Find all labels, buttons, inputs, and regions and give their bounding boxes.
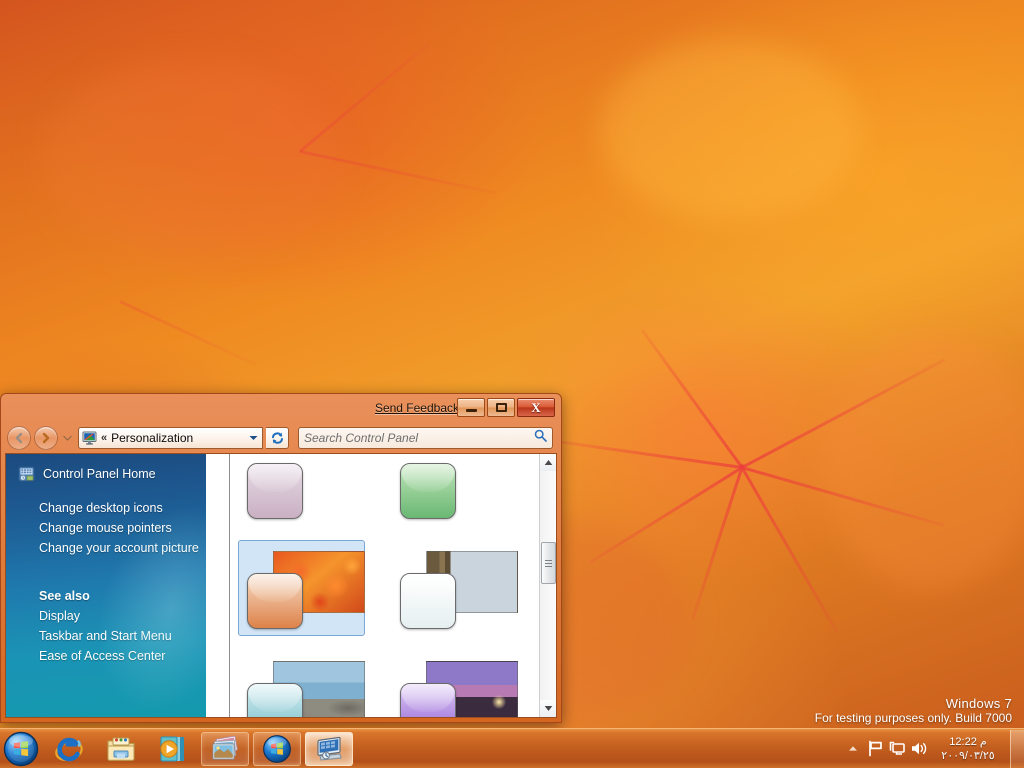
taskbar-media-center[interactable] <box>253 731 301 766</box>
clock-date: ٢٠٠٩/٠٣/٢٥ <box>941 749 995 762</box>
sidebar-item-change-mouse-pointers[interactable]: Change mouse pointers <box>6 518 206 538</box>
volume-icon[interactable] <box>908 730 930 768</box>
close-button[interactable]: X <box>517 398 555 417</box>
sidebar-item-control-panel-home[interactable]: Control Panel Home <box>6 466 206 482</box>
taskbar-personalization[interactable] <box>305 731 353 766</box>
taskbar: 12:22 م ٢٠٠٩/٠٣/٢٥ <box>0 728 1024 768</box>
maximize-button[interactable] <box>487 398 515 417</box>
forward-button[interactable] <box>34 426 58 450</box>
personalization-window[interactable]: Send Feedback X « Personalization Search… <box>0 393 562 723</box>
network-icon[interactable] <box>886 730 908 768</box>
window-client-area: Control Panel Home Change desktop icons … <box>5 453 557 718</box>
theme-row <box>238 650 518 717</box>
theme-partial-mauve[interactable] <box>238 454 365 526</box>
address-dropdown-button[interactable] <box>247 435 259 441</box>
address-text: Personalization <box>111 431 194 445</box>
theme-violet-sunset[interactable] <box>391 650 518 717</box>
ie-icon <box>55 737 83 761</box>
scroll-up-button[interactable] <box>540 454 556 471</box>
taskbar-windows-media-player[interactable] <box>149 732 197 766</box>
back-button[interactable] <box>7 426 31 450</box>
window-title-bar[interactable]: Send Feedback X <box>5 397 557 423</box>
sidebar-item-change-desktop-icons[interactable]: Change desktop icons <box>6 498 206 518</box>
refresh-button[interactable] <box>266 427 289 449</box>
speaker-icon <box>912 742 927 755</box>
theme-coast-rocks[interactable] <box>238 650 365 717</box>
sidebar-item-display[interactable]: Display <box>6 606 206 626</box>
personalization-monitor-icon <box>82 431 97 445</box>
folder-icon <box>107 737 135 761</box>
recent-pages-button[interactable] <box>61 435 73 441</box>
sidebar-item-change-account-picture[interactable]: Change your account picture <box>6 538 206 558</box>
show-desktop-button[interactable] <box>1010 729 1024 768</box>
control-panel-icon <box>18 466 35 482</box>
windows-watermark: Windows 7 For testing purposes only. Bui… <box>815 696 1012 726</box>
theme-autumn-leaves[interactable] <box>238 540 365 636</box>
search-input[interactable]: Search Control Panel <box>298 427 553 449</box>
flag-icon <box>868 740 882 757</box>
address-bar[interactable]: « Personalization <box>78 427 263 449</box>
watermark-line1: Windows 7 <box>945 696 1012 711</box>
close-icon: X <box>531 399 541 415</box>
taskbar-photo-gallery[interactable] <box>201 731 249 766</box>
sidebar-see-also-heading: See also <box>39 589 90 603</box>
theme-partial-green[interactable] <box>391 454 518 526</box>
personalization-icon <box>317 736 342 761</box>
chevron-down-icon <box>249 436 257 440</box>
maximize-icon <box>495 403 507 412</box>
sidebar-home-label: Control Panel Home <box>43 467 156 481</box>
theme-list-scrollbar[interactable] <box>539 454 556 717</box>
theme-color-swatch <box>247 463 303 519</box>
watermark-line2: For testing purposes only. Build 7000 <box>814 711 1012 725</box>
search-placeholder: Search Control Panel <box>304 431 419 445</box>
system-tray: 12:22 م ٢٠٠٩/٠٣/٢٥ <box>842 729 1024 768</box>
window-controls: X <box>457 398 555 417</box>
clock-time: 12:22 م <box>949 735 987 748</box>
theme-color-swatch <box>400 683 456 717</box>
navigation-sidebar: Control Panel Home Change desktop icons … <box>6 454 206 717</box>
minimize-icon <box>465 409 477 412</box>
scroll-down-button[interactable] <box>540 700 556 717</box>
address-separator[interactable]: « <box>101 432 107 444</box>
content-gutter <box>206 454 230 717</box>
theme-winter-canal[interactable] <box>391 540 518 636</box>
sidebar-item-taskbar-and-start-menu[interactable]: Taskbar and Start Menu <box>6 626 206 646</box>
window-toolbar: « Personalization Search Control Panel <box>5 423 557 453</box>
scroll-grip-icon <box>545 558 552 569</box>
refresh-icon <box>271 432 283 444</box>
theme-row <box>238 540 518 636</box>
theme-color-swatch <box>400 463 456 519</box>
show-hidden-icons-button[interactable] <box>842 730 864 768</box>
forward-arrow-icon <box>42 432 50 444</box>
back-arrow-icon <box>15 432 23 444</box>
chevron-up-icon <box>544 460 553 465</box>
theme-color-swatch <box>247 683 303 717</box>
windows-start-orb-icon <box>3 731 39 766</box>
action-center-icon[interactable] <box>864 730 886 768</box>
send-feedback-link[interactable]: Send Feedback <box>375 401 459 415</box>
sidebar-item-ease-of-access-center[interactable]: Ease of Access Center <box>6 646 206 666</box>
minimize-button[interactable] <box>457 398 485 417</box>
photo-gallery-icon <box>212 735 238 759</box>
theme-row <box>238 454 518 526</box>
chevron-down-icon <box>544 706 553 711</box>
taskbar-windows-explorer[interactable] <box>97 732 145 766</box>
clock[interactable]: 12:22 م ٢٠٠٩/٠٣/٢٥ <box>930 735 1006 763</box>
chevron-up-icon <box>849 746 857 751</box>
media-center-icon <box>263 734 291 763</box>
theme-color-swatch <box>400 573 456 629</box>
taskbar-internet-explorer[interactable] <box>45 732 93 766</box>
media-player-icon <box>160 735 184 762</box>
theme-color-swatch <box>247 573 303 629</box>
theme-list[interactable] <box>230 454 556 717</box>
search-icon[interactable] <box>534 429 547 447</box>
chevron-down-icon <box>62 435 72 441</box>
network-monitor-icon <box>889 741 905 755</box>
theme-grid <box>238 454 518 717</box>
scroll-thumb[interactable] <box>541 542 556 584</box>
start-button[interactable] <box>1 730 41 768</box>
